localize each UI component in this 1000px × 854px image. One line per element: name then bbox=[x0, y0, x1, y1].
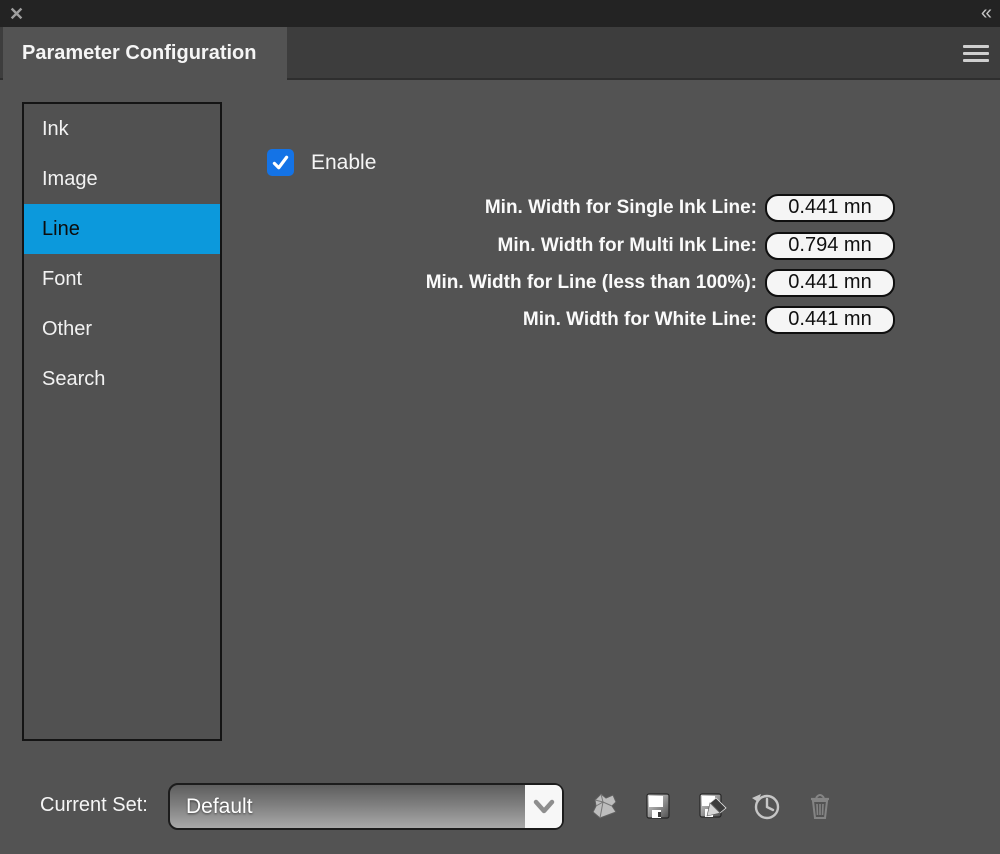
crumpled-paper-icon bbox=[592, 793, 617, 819]
history-clock-icon bbox=[752, 794, 780, 820]
sidebar-item-search[interactable]: Search bbox=[24, 354, 220, 404]
param-value-input[interactable] bbox=[765, 269, 895, 297]
sidebar-item-label: Search bbox=[42, 368, 106, 390]
sidebar-item-font[interactable]: Font bbox=[24, 254, 220, 304]
window-titlebar: ✕ « bbox=[0, 0, 1000, 27]
current-set-dropdown[interactable]: Default bbox=[168, 783, 564, 830]
floppy-disk-pencil-icon bbox=[699, 793, 727, 818]
sidebar-item-label: Ink bbox=[42, 118, 69, 140]
tab-parameter-configuration[interactable]: Parameter Configuration bbox=[3, 27, 287, 80]
tab-strip: Parameter Configuration bbox=[0, 27, 1000, 80]
panel-menu-icon[interactable] bbox=[963, 45, 989, 62]
close-icon[interactable]: ✕ bbox=[9, 2, 24, 26]
current-set-value: Default bbox=[186, 795, 253, 818]
save-set-as-button[interactable] bbox=[694, 788, 730, 824]
current-set-label: Current Set: bbox=[40, 794, 148, 816]
restore-set-button[interactable] bbox=[748, 788, 784, 824]
sidebar-item-label: Font bbox=[42, 268, 83, 290]
enable-row: Enable bbox=[267, 149, 376, 176]
sidebar-item-line[interactable]: Line bbox=[24, 204, 220, 254]
param-row: Min. Width for Line (less than 100%): bbox=[240, 269, 895, 297]
param-label: Min. Width for Line (less than 100%): bbox=[425, 272, 757, 293]
sidebar-item-ink[interactable]: Ink bbox=[24, 104, 220, 154]
sidebar-item-label: Other bbox=[42, 318, 93, 340]
param-value-input[interactable] bbox=[765, 232, 895, 260]
delete-set-button[interactable] bbox=[802, 788, 838, 824]
trash-icon bbox=[811, 794, 829, 819]
import-set-button[interactable] bbox=[586, 788, 622, 824]
chevron-down-icon bbox=[533, 799, 554, 813]
sidebar-item-image[interactable]: Image bbox=[24, 154, 220, 204]
param-value-input[interactable] bbox=[765, 306, 895, 334]
enable-checkbox-label: Enable bbox=[311, 150, 377, 174]
sidebar-item-other[interactable]: Other bbox=[24, 304, 220, 354]
param-row: Min. Width for Multi Ink Line: bbox=[240, 232, 895, 260]
dropdown-chevron-box bbox=[525, 785, 562, 828]
param-label: Min. Width for White Line: bbox=[522, 309, 757, 330]
param-value-input[interactable] bbox=[765, 194, 895, 222]
sidebar-list: Ink Image Line Font Other Search bbox=[22, 102, 222, 741]
enable-checkbox[interactable] bbox=[267, 149, 294, 176]
checkmark-icon bbox=[272, 155, 289, 170]
collapse-panel-icon[interactable]: « bbox=[981, 1, 992, 26]
floppy-disk-icon bbox=[646, 793, 670, 819]
set-actions-toolbar bbox=[586, 788, 838, 824]
param-row: Min. Width for White Line: bbox=[240, 306, 895, 334]
param-row: Min. Width for Single Ink Line: bbox=[240, 194, 895, 222]
tab-title: Parameter Configuration bbox=[22, 42, 257, 64]
parameter-configuration-panel: ✕ « Parameter Configuration Ink Image Line… bbox=[0, 0, 1000, 854]
sidebar-item-label: Image bbox=[42, 168, 98, 190]
param-label: Min. Width for Single Ink Line: bbox=[484, 197, 757, 218]
sidebar-item-label: Line bbox=[42, 218, 80, 240]
save-set-button[interactable] bbox=[640, 788, 676, 824]
param-label: Min. Width for Multi Ink Line: bbox=[497, 235, 757, 256]
